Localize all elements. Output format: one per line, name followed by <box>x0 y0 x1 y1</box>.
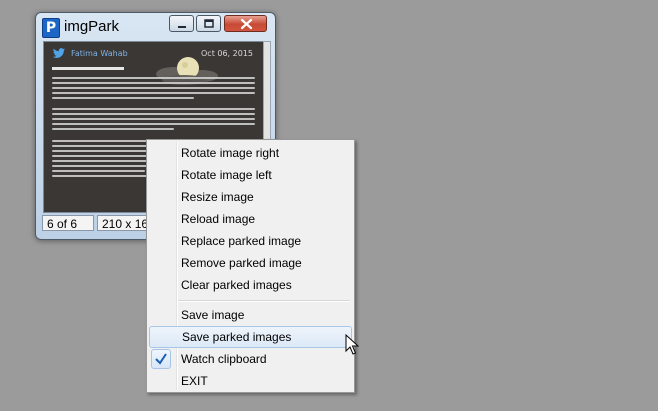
tweet-paragraph <box>52 77 255 102</box>
context-menu: Rotate image right Rotate image left Res… <box>146 139 355 393</box>
image-counter: 6 of 6 <box>42 215 94 231</box>
menu-item-save-parked[interactable]: Save parked images <box>149 326 352 348</box>
close-button[interactable] <box>224 15 267 32</box>
menu-item-clear-parked[interactable]: Clear parked images <box>149 274 352 296</box>
window-title: imgPark <box>64 18 120 35</box>
maximize-icon <box>204 19 214 28</box>
menu-separator <box>178 300 350 302</box>
checkmark-icon <box>155 353 167 365</box>
menu-item-resize-image[interactable]: Resize image <box>149 186 352 208</box>
app-icon: P <box>42 18 60 38</box>
menu-item-reload-image[interactable]: Reload image <box>149 208 352 230</box>
menu-item-remove-parked[interactable]: Remove parked image <box>149 252 352 274</box>
menu-item-rotate-left[interactable]: Rotate image left <box>149 164 352 186</box>
twitter-bird-icon <box>52 48 66 58</box>
tweet-paragraph <box>52 108 255 133</box>
tweet-handle: Fatima Wahab <box>71 49 128 58</box>
minimize-button[interactable] <box>169 15 194 32</box>
maximize-button[interactable] <box>196 15 221 32</box>
close-icon <box>240 18 253 30</box>
menu-item-watch-clipboard[interactable]: Watch clipboard <box>149 348 352 370</box>
mouse-pointer-icon <box>345 334 359 355</box>
minimize-icon <box>178 26 186 28</box>
menu-item-replace-parked[interactable]: Replace parked image <box>149 230 352 252</box>
tweet-headline-line <box>52 67 124 70</box>
menu-item-save-image[interactable]: Save image <box>149 304 352 326</box>
menu-item-rotate-right[interactable]: Rotate image right <box>149 142 352 164</box>
watch-clipboard-check-frame <box>151 349 171 369</box>
menu-item-exit[interactable]: EXIT <box>149 370 352 392</box>
image-dimensions: 210 x 164 <box>97 215 149 231</box>
title-bar[interactable]: P imgPark <box>36 13 275 41</box>
